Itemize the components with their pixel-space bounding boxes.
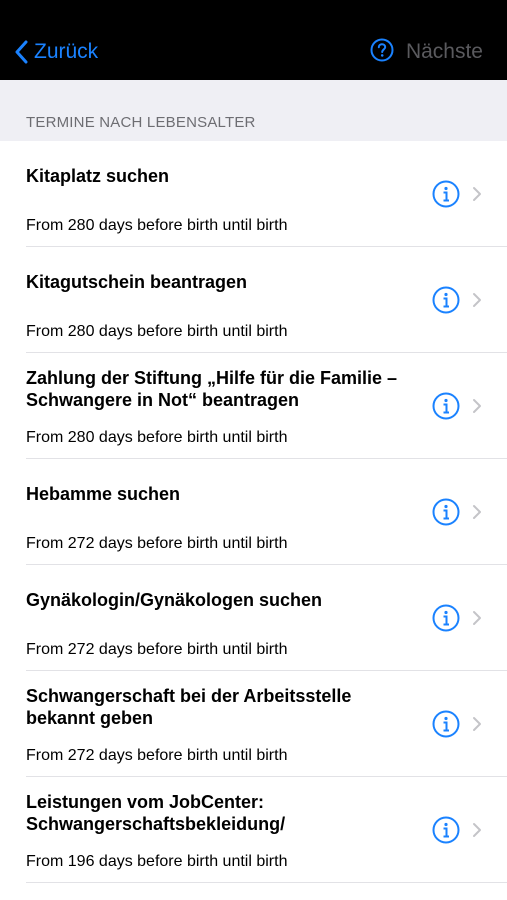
list-item[interactable]: Schwangerschaft bei der Arbeitsstelle be… bbox=[0, 671, 507, 777]
list-item[interactable]: Kitagutschein beantragen From 280 days b… bbox=[0, 247, 507, 353]
list-item-title: Zahlung der Stiftung „Hilfe für die Fami… bbox=[26, 368, 398, 410]
chevron-right-icon bbox=[473, 187, 481, 201]
list-item-subtitle: From 280 days before birth until birth bbox=[26, 217, 288, 234]
list-item-subtitle: From 272 days before birth until birth bbox=[26, 535, 288, 552]
list-item-title: Gynäkologin/Gynäkologen suchen bbox=[26, 590, 323, 610]
list-item[interactable]: Zahlung der Stiftung „Hilfe für die Fami… bbox=[0, 353, 507, 459]
list-item-title: Schwangerschaft bei der Arbeitsstelle be… bbox=[26, 686, 352, 728]
chevron-right-icon bbox=[473, 717, 481, 731]
chevron-right-icon bbox=[473, 823, 481, 837]
info-icon[interactable] bbox=[432, 710, 460, 738]
question-circle-icon bbox=[370, 38, 394, 67]
chevron-right-icon bbox=[473, 611, 481, 625]
list-item[interactable]: Kitaplatz suchen From 280 days before bi… bbox=[0, 141, 507, 247]
info-icon[interactable] bbox=[432, 392, 460, 420]
list-item-title: Leistungen vom JobCenter: Schwangerschaf… bbox=[26, 792, 286, 834]
list-item[interactable]: Gynäkologin/Gynäkologen suchen From 272 … bbox=[0, 565, 507, 671]
list-item-subtitle: From 272 days before birth until birth bbox=[26, 747, 288, 764]
nav-right-group: Nächste bbox=[370, 36, 483, 68]
info-icon[interactable] bbox=[432, 604, 460, 632]
navigation-bar: Zurück Nächste bbox=[0, 0, 507, 80]
back-button-label: Zurück bbox=[34, 40, 99, 63]
info-icon[interactable] bbox=[432, 180, 460, 208]
back-button[interactable]: Zurück bbox=[14, 36, 98, 68]
list-item-title: Kitagutschein beantragen bbox=[26, 272, 248, 292]
next-button[interactable]: Nächste bbox=[406, 40, 483, 64]
info-icon[interactable] bbox=[432, 816, 460, 844]
list-item-subtitle: From 280 days before birth until birth bbox=[26, 323, 288, 340]
list-item-title: Kitaplatz suchen bbox=[26, 166, 170, 186]
chevron-right-icon bbox=[473, 505, 481, 519]
chevron-right-icon bbox=[473, 293, 481, 307]
chevron-left-icon bbox=[14, 40, 28, 64]
list-item-subtitle: From 272 days before birth until birth bbox=[26, 641, 288, 658]
list-item-subtitle: From 196 days before birth until birth bbox=[26, 853, 288, 870]
help-button[interactable] bbox=[370, 38, 394, 67]
section-title: TERMINE NACH LEBENSALTER bbox=[26, 114, 256, 131]
section-header: TERMINE NACH LEBENSALTER bbox=[0, 80, 507, 141]
appointment-list: Kitaplatz suchen From 280 days before bi… bbox=[0, 141, 507, 883]
list-item[interactable]: Leistungen vom JobCenter: Schwangerschaf… bbox=[0, 777, 507, 883]
info-icon[interactable] bbox=[432, 498, 460, 526]
list-item[interactable]: Hebamme suchen From 272 days before birt… bbox=[0, 459, 507, 565]
list-item-subtitle: From 280 days before birth until birth bbox=[26, 429, 288, 446]
info-icon[interactable] bbox=[432, 286, 460, 314]
list-item-title: Hebamme suchen bbox=[26, 484, 181, 504]
chevron-right-icon bbox=[473, 399, 481, 413]
